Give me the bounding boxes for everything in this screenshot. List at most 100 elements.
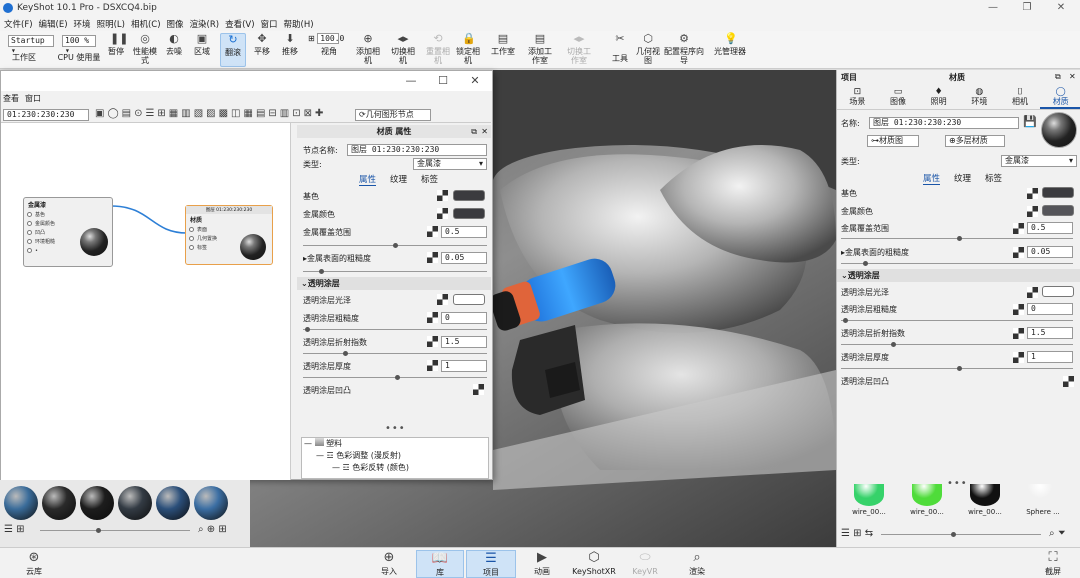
- menu-help[interactable]: 帮助(H): [284, 18, 314, 30]
- clearcoat-ior-input[interactable]: 1.5: [441, 336, 487, 348]
- metal-roughness-slider[interactable]: [303, 269, 487, 274]
- cloud-library-button[interactable]: ⊛ 云库: [22, 550, 46, 576]
- view-angle-control[interactable]: ⊞ 100.0 视角: [308, 33, 350, 56]
- texture-map-icon[interactable]: [473, 384, 484, 395]
- menu-environment[interactable]: 环境: [74, 18, 91, 30]
- project-button[interactable]: ☰ 项目: [466, 550, 516, 578]
- texture-map-icon[interactable]: [427, 312, 438, 323]
- metal-coverage-input[interactable]: 0.5: [1027, 222, 1073, 234]
- light-manager-button[interactable]: 💡 光管理器: [710, 33, 750, 57]
- clearcoat-thickness-slider[interactable]: [303, 375, 487, 380]
- tumble-button[interactable]: ↻ 翻滚: [220, 33, 246, 67]
- keyshotxr-button[interactable]: ⬡ KeyShotXR: [572, 550, 616, 576]
- tab-textures[interactable]: 纹理: [954, 172, 971, 185]
- texture-map-icon[interactable]: [1027, 206, 1038, 217]
- clearcoat-thickness-input[interactable]: 1: [441, 360, 487, 372]
- reset-camera-button[interactable]: ⟲ 重置相机: [426, 33, 450, 66]
- tab-environment[interactable]: ◍ 环境: [959, 86, 1000, 109]
- multilayer-material-button[interactable]: ⊕多层材质: [945, 135, 1005, 147]
- library-button[interactable]: 📖 库: [416, 550, 464, 578]
- tree-item[interactable]: — 塑料: [302, 438, 488, 450]
- tab-textures[interactable]: 纹理: [390, 173, 407, 186]
- clearcoat-roughness-input[interactable]: 0: [441, 312, 487, 324]
- search-icon[interactable]: ⌕ ⊕ ⊞: [198, 524, 227, 535]
- menu-render[interactable]: 渲染(R): [190, 18, 220, 30]
- tab-material[interactable]: ◯ 材质: [1040, 86, 1080, 109]
- node-port[interactable]: 表面: [186, 225, 272, 234]
- menu-lighting[interactable]: 照明(L): [97, 18, 125, 30]
- clearcoat-gloss-swatch[interactable]: [453, 294, 485, 305]
- geometry-node-button[interactable]: ⟳几何图形节点: [355, 109, 431, 121]
- metal-color-swatch[interactable]: [453, 208, 485, 219]
- minimize-icon[interactable]: —: [403, 74, 419, 87]
- list-view-icon[interactable]: ☰ ⊞ ⇆: [841, 528, 873, 539]
- thumbnail-size-slider[interactable]: [881, 532, 1041, 537]
- zoom-select[interactable]: 100 % ▾: [62, 35, 96, 55]
- clearcoat-ior-slider[interactable]: [303, 351, 487, 356]
- texture-map-icon[interactable]: [437, 190, 448, 201]
- tree-item[interactable]: — ☲ 色彩反转 (颜色): [302, 462, 488, 474]
- metal-color-swatch[interactable]: [1042, 205, 1074, 216]
- maximize-icon[interactable]: ☐: [435, 74, 451, 87]
- clearcoat-roughness-slider[interactable]: [303, 327, 487, 332]
- tab-lighting[interactable]: ♦ 照明: [918, 86, 959, 109]
- screenshot-button[interactable]: ⛶ 截屏: [1040, 550, 1066, 576]
- clearcoat-roughness-input[interactable]: 0: [1027, 303, 1073, 315]
- menu-camera[interactable]: 相机(C): [131, 18, 161, 30]
- switch-camera-button[interactable]: ◂▸ 切换相机: [390, 33, 416, 66]
- clearcoat-roughness-slider[interactable]: [841, 318, 1073, 323]
- switch-studio-button[interactable]: ◂▸ 切换工作室: [564, 33, 594, 66]
- texture-map-icon[interactable]: [1013, 304, 1024, 315]
- clearcoat-thickness-slider[interactable]: [841, 366, 1073, 371]
- material-swatch[interactable]: wire_00...: [959, 484, 1011, 524]
- texture-map-icon[interactable]: [437, 294, 448, 305]
- cpu-usage-button[interactable]: CPU 使用量: [56, 53, 102, 62]
- minimize-icon[interactable]: —: [978, 1, 1008, 15]
- menu-edit[interactable]: 编辑(E): [39, 18, 68, 30]
- metallic-paint-node[interactable]: 金属漆 基色 金属颜色 凹凸 环境粗糙 •: [23, 197, 113, 267]
- tools-button[interactable]: ✂ 工具: [608, 33, 632, 64]
- search-icon[interactable]: ⌕ ⏷: [1049, 528, 1066, 539]
- material-swatch[interactable]: Sphere ...: [1017, 484, 1069, 524]
- node-port[interactable]: 基色: [24, 210, 112, 219]
- metal-coverage-input[interactable]: 0.5: [441, 226, 487, 238]
- graph-tool-icons[interactable]: ▣◯▤⊙☰⊞▦▥▧▨▩◫▦▤⊟▥⊡⊠✚: [95, 108, 326, 119]
- texture-map-icon[interactable]: [1013, 328, 1024, 339]
- texture-map-icon[interactable]: [427, 360, 438, 371]
- add-camera-button[interactable]: ⊕ 添加相机: [356, 33, 380, 66]
- material-swatch[interactable]: wire_00...: [843, 484, 895, 524]
- menu-file[interactable]: 文件(F): [4, 18, 33, 30]
- tab-camera[interactable]: ⌷ 相机: [1000, 86, 1041, 109]
- close-icon[interactable]: ✕: [481, 125, 488, 138]
- more-options-icon[interactable]: •••: [385, 423, 406, 434]
- metal-coverage-slider[interactable]: [303, 243, 487, 248]
- animation-button[interactable]: ▶ 动画: [528, 550, 556, 576]
- texture-map-icon[interactable]: [1013, 223, 1024, 234]
- undock-icon[interactable]: ⧉: [471, 125, 477, 138]
- type-select[interactable]: 金属漆 ▾: [1001, 155, 1077, 167]
- clearcoat-ior-input[interactable]: 1.5: [1027, 327, 1073, 339]
- texture-map-icon[interactable]: [1013, 352, 1024, 363]
- node-name-input[interactable]: 图层 01:230:230:230: [347, 144, 487, 156]
- library-material-thumbnail[interactable]: [80, 486, 114, 520]
- configurator-button[interactable]: ⚙ 配置程序向导: [664, 33, 704, 66]
- clearcoat-ior-slider[interactable]: [841, 342, 1073, 347]
- clearcoat-section-header[interactable]: ⌄ 透明涂层: [837, 269, 1080, 282]
- texture-map-icon[interactable]: [437, 208, 448, 219]
- close-icon[interactable]: ✕: [1069, 72, 1076, 81]
- menu-view[interactable]: 查看(V): [225, 18, 254, 30]
- base-color-swatch[interactable]: [453, 190, 485, 201]
- studio-button[interactable]: ▤ 工作室: [488, 33, 518, 57]
- menu-window[interactable]: 窗口: [261, 18, 278, 30]
- tab-labels[interactable]: 标签: [421, 173, 438, 186]
- region-button[interactable]: ▣ 区域: [190, 33, 214, 57]
- texture-map-icon[interactable]: [1027, 287, 1038, 298]
- clearcoat-section-header[interactable]: ⌄ 透明涂层: [297, 277, 491, 290]
- metal-roughness-slider[interactable]: [841, 261, 1073, 266]
- library-material-thumbnail[interactable]: [194, 486, 228, 520]
- clearcoat-thickness-input[interactable]: 1: [1027, 351, 1073, 363]
- dolly-button[interactable]: ⬇ 推移: [278, 33, 302, 57]
- pause-button[interactable]: ❚❚ 暂停: [104, 33, 128, 57]
- texture-map-icon[interactable]: [1063, 376, 1074, 387]
- close-icon[interactable]: ✕: [1046, 1, 1076, 15]
